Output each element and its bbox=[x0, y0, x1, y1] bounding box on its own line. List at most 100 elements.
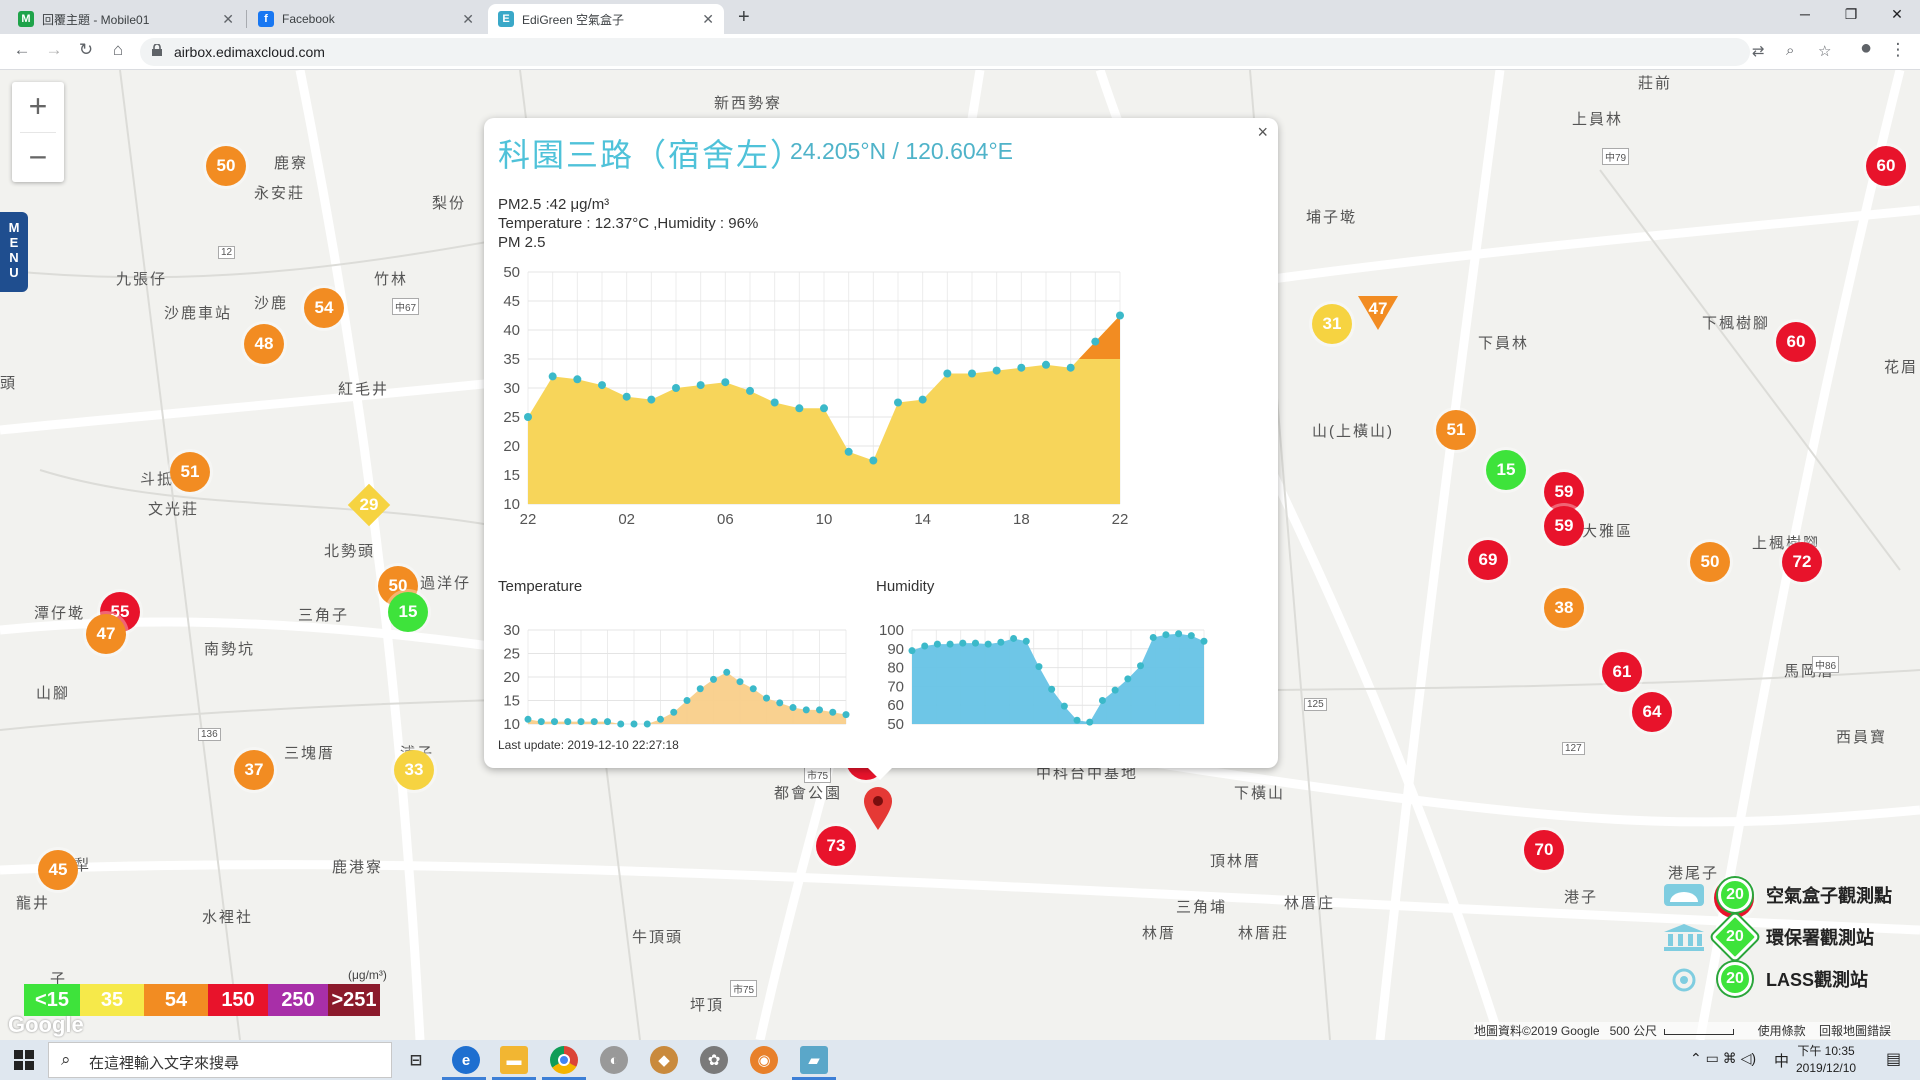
star-icon[interactable]: ☆ bbox=[1818, 42, 1831, 60]
aqi-marker[interactable]: 60 bbox=[1776, 322, 1816, 362]
translate-icon[interactable]: ⇄ bbox=[1752, 42, 1765, 60]
data-point bbox=[933, 640, 941, 648]
edge-icon[interactable]: e bbox=[452, 1046, 480, 1074]
windows-start-icon[interactable] bbox=[14, 1050, 34, 1070]
report-error-link[interactable]: 回報地圖錯誤 bbox=[1819, 1024, 1891, 1038]
y-tick-label: 80 bbox=[887, 660, 904, 677]
facebook-icon: f bbox=[258, 11, 274, 27]
aqi-marker[interactable]: 37 bbox=[234, 750, 274, 790]
zoom-out-button[interactable]: − bbox=[12, 133, 64, 183]
aqi-marker[interactable]: 51 bbox=[1436, 410, 1476, 450]
lass-station-marker[interactable]: 47 bbox=[1356, 294, 1400, 334]
tab-title: EdiGreen 空氣盒子 bbox=[522, 12, 625, 27]
place-label: 水裡社 bbox=[202, 909, 254, 926]
place-label: 斗抵 bbox=[140, 471, 175, 488]
minimize-icon[interactable]: ─ bbox=[1782, 4, 1828, 24]
aqi-marker[interactable]: 51 bbox=[170, 452, 210, 492]
legend-epa[interactable]: 20 環保署觀測站 bbox=[1662, 912, 1874, 962]
place-label: 紅毛井 bbox=[338, 381, 390, 398]
more-menu-icon[interactable]: ⋮ bbox=[1886, 40, 1910, 60]
close-tab-icon[interactable]: ✕ bbox=[462, 11, 474, 28]
browser-toolbar: ← → ↻ ⌂ airbox.edimaxcloud.com ⇄ ⌕ ☆ ● ⋮ bbox=[0, 34, 1920, 70]
map-canvas[interactable]: 新西勢寮 莊前 上員林 鹿寮 永安莊 梨份 埔子墘 九張仔 竹林 沙鹿 沙鹿車站 下員林 下楓樹腳 花眉紅… bbox=[0, 70, 1920, 1040]
app-icon[interactable]: ◆ bbox=[650, 1046, 678, 1074]
aqi-marker[interactable]: 54 bbox=[304, 288, 344, 328]
clock[interactable]: 下午 10:35 2019/12/10 bbox=[1796, 1043, 1856, 1077]
location-pin-icon[interactable] bbox=[862, 786, 894, 832]
aqi-marker[interactable]: 69 bbox=[1468, 540, 1508, 580]
data-point bbox=[1098, 697, 1106, 704]
aqi-marker[interactable]: 50 bbox=[206, 146, 246, 186]
x-tick-label: 22 bbox=[1112, 511, 1129, 528]
zoom-in-button[interactable]: + bbox=[12, 82, 64, 132]
humidity-chart: 50 60 7080 90 100 bbox=[879, 622, 1208, 733]
forward-icon[interactable]: → bbox=[42, 40, 66, 60]
aqi-marker[interactable]: 38 bbox=[1544, 588, 1584, 628]
aqi-marker[interactable]: 61 bbox=[1602, 652, 1642, 692]
back-icon[interactable]: ← bbox=[10, 40, 34, 60]
taskbar-search[interactable]: ⌕ 在這裡輸入文字來搜尋 bbox=[48, 1042, 392, 1078]
place-label: 竹林 bbox=[374, 271, 409, 288]
new-tab-button[interactable]: + bbox=[738, 6, 750, 29]
aqi-marker[interactable]: 33 bbox=[394, 750, 434, 790]
menu-button[interactable]: MENU bbox=[0, 212, 28, 292]
aqi-marker[interactable]: 60 bbox=[1866, 146, 1906, 186]
task-view-icon[interactable]: ⊟ bbox=[402, 1046, 430, 1074]
legend-airbox[interactable]: 20 空氣盒子觀測點 bbox=[1662, 878, 1892, 912]
data-point bbox=[829, 708, 837, 716]
data-point bbox=[551, 718, 558, 726]
tray-icons[interactable]: ⌃ ▭ ⌘ ◁) bbox=[1690, 1050, 1756, 1067]
lock-icon bbox=[152, 44, 162, 56]
place-label: 坪頂 bbox=[690, 997, 725, 1014]
close-tab-icon[interactable]: ✕ bbox=[222, 11, 234, 28]
chrome-icon[interactable] bbox=[550, 1046, 578, 1074]
data-point bbox=[1022, 637, 1030, 645]
tab-title: 回覆主題 - Mobile01 bbox=[42, 12, 150, 27]
aqi-marker[interactable]: 48 bbox=[244, 324, 284, 364]
aqi-marker[interactable]: 31 bbox=[1312, 304, 1352, 344]
aqi-marker[interactable]: 70 bbox=[1524, 830, 1564, 870]
aqi-marker[interactable]: 64 bbox=[1632, 692, 1672, 732]
aqi-marker[interactable]: 15 bbox=[1486, 450, 1526, 490]
edigreen-icon: E bbox=[498, 11, 514, 27]
data-point bbox=[943, 369, 952, 378]
road-label: 12 bbox=[218, 246, 236, 259]
close-window-icon[interactable]: ✕ bbox=[1874, 4, 1920, 24]
aqi-marker[interactable]: 45 bbox=[38, 850, 78, 890]
last-update: Last update: 2019-12-10 22:27:18 bbox=[498, 738, 679, 752]
notification-icon[interactable]: ▤ bbox=[1886, 1049, 1901, 1069]
tab-facebook[interactable]: f Facebook ✕ bbox=[248, 4, 484, 34]
file-explorer-icon[interactable]: ▬ bbox=[500, 1046, 528, 1074]
zoom-icon[interactable]: ⌕ bbox=[1786, 42, 1794, 59]
home-icon[interactable]: ⌂ bbox=[106, 40, 130, 60]
address-bar[interactable]: airbox.edimaxcloud.com ⇄ ⌕ ☆ bbox=[140, 38, 1831, 66]
app-icon[interactable]: ▰ bbox=[800, 1046, 828, 1074]
restore-icon[interactable]: ❐ bbox=[1828, 4, 1874, 24]
place-label: 山腳 bbox=[36, 685, 71, 702]
place-label: 鹿港寮 bbox=[332, 859, 384, 876]
ime-indicator[interactable]: 中 bbox=[1774, 1050, 1789, 1071]
legend-lass[interactable]: 20 LASS觀測站 bbox=[1662, 962, 1868, 996]
aqi-marker[interactable]: 59 bbox=[1544, 506, 1584, 546]
app-icon[interactable]: ✿ bbox=[700, 1046, 728, 1074]
road-label: 中67 bbox=[392, 298, 420, 315]
aqi-marker[interactable]: 47 bbox=[86, 614, 126, 654]
app-icon[interactable]: ◐ bbox=[600, 1046, 628, 1074]
tab-mobile01[interactable]: M 回覆主題 - Mobile01 ✕ bbox=[8, 4, 244, 34]
terms-link[interactable]: 使用條款 bbox=[1758, 1024, 1806, 1038]
lass-station-value: 47 bbox=[1369, 299, 1388, 318]
reload-icon[interactable]: ↻ bbox=[74, 40, 98, 60]
aqi-marker[interactable]: 73 bbox=[816, 826, 856, 866]
close-tab-icon[interactable]: ✕ bbox=[702, 11, 714, 28]
tab-edigreen[interactable]: E EdiGreen 空氣盒子 ✕ bbox=[488, 4, 724, 34]
profile-icon[interactable]: ● bbox=[1854, 37, 1878, 60]
data-point bbox=[736, 678, 744, 686]
menu-letter: E bbox=[9, 235, 19, 250]
data-point bbox=[968, 369, 976, 378]
close-popup-button[interactable]: × bbox=[1257, 122, 1268, 143]
blender-icon[interactable]: ◉ bbox=[750, 1046, 778, 1074]
data-point bbox=[1137, 662, 1145, 670]
aqi-marker[interactable]: 72 bbox=[1782, 542, 1822, 582]
aqi-marker[interactable]: 15 bbox=[388, 592, 428, 632]
aqi-marker[interactable]: 50 bbox=[1690, 542, 1730, 582]
